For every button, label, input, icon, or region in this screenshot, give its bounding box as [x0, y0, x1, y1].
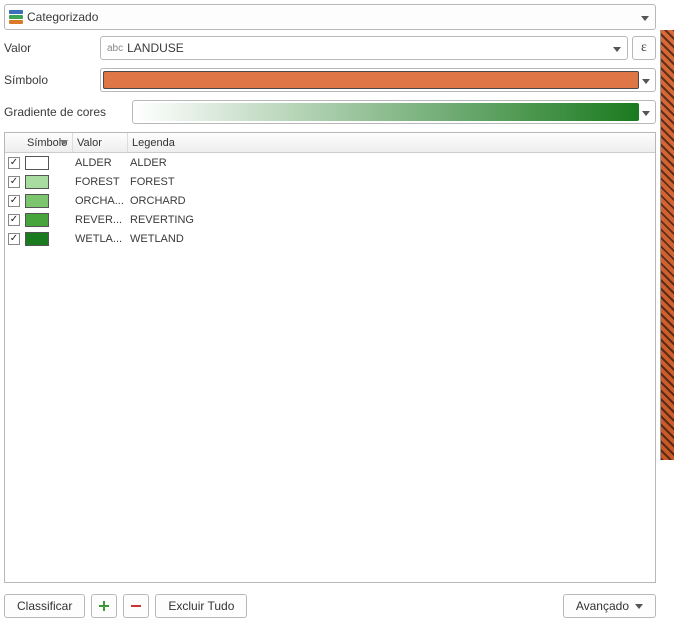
- minus-icon: [130, 600, 142, 612]
- category-swatch[interactable]: [25, 156, 49, 170]
- value-label: Valor: [4, 41, 100, 55]
- renderer-label: Categorizado: [27, 10, 98, 24]
- table-header: Símbolo Valor Legenda: [5, 133, 655, 153]
- col-legend[interactable]: Legenda: [128, 133, 655, 152]
- category-swatch[interactable]: [25, 175, 49, 189]
- category-value[interactable]: FOREST: [73, 176, 128, 188]
- col-value[interactable]: Valor: [73, 133, 128, 152]
- chevron-down-icon: [635, 604, 643, 609]
- plus-icon: [98, 600, 110, 612]
- symbol-swatch[interactable]: [100, 68, 656, 92]
- table-row[interactable]: ✓ REVER...REVERTING: [5, 210, 655, 229]
- symbol-fill: [103, 71, 639, 89]
- category-legend[interactable]: REVERTING: [128, 214, 655, 226]
- renderer-selector[interactable]: Categorizado: [4, 4, 656, 30]
- chevron-down-icon: [639, 105, 653, 119]
- category-checkbox[interactable]: ✓: [8, 176, 20, 188]
- category-legend[interactable]: WETLAND: [128, 233, 655, 245]
- category-checkbox[interactable]: ✓: [8, 214, 20, 226]
- category-swatch[interactable]: [25, 194, 49, 208]
- table-row[interactable]: ✓ WETLA...WETLAND: [5, 229, 655, 248]
- gradient-label: Gradiente de cores: [4, 105, 132, 119]
- delete-all-button[interactable]: Excluir Tudo: [155, 594, 247, 618]
- category-value[interactable]: ALDER: [73, 157, 128, 169]
- category-value[interactable]: REVER...: [73, 214, 128, 226]
- category-legend[interactable]: FOREST: [128, 176, 655, 188]
- col-symbol[interactable]: Símbolo: [23, 133, 73, 152]
- category-swatch[interactable]: [25, 232, 49, 246]
- expression-button[interactable]: ε: [632, 36, 656, 60]
- category-checkbox[interactable]: ✓: [8, 157, 20, 169]
- chevron-down-icon: [641, 10, 649, 24]
- category-legend[interactable]: ALDER: [128, 157, 655, 169]
- remove-category-button[interactable]: [123, 594, 149, 618]
- category-checkbox[interactable]: ✓: [8, 233, 20, 245]
- category-legend[interactable]: ORCHARD: [128, 195, 655, 207]
- categories-table: Símbolo Valor Legenda ✓ ALDERALDER ✓ FOREST…: [4, 132, 656, 583]
- chevron-down-icon: [639, 73, 653, 87]
- symbol-label: Símbolo: [4, 73, 100, 87]
- category-checkbox[interactable]: ✓: [8, 195, 20, 207]
- color-ramp[interactable]: [132, 100, 656, 124]
- advanced-button[interactable]: Avançado: [563, 594, 656, 618]
- table-row[interactable]: ✓ FORESTFOREST: [5, 172, 655, 191]
- field-type-tag: abc: [107, 43, 123, 54]
- col-check[interactable]: [5, 133, 23, 152]
- map-preview-strip: [660, 30, 674, 460]
- category-swatch[interactable]: [25, 213, 49, 227]
- sort-indicator-icon: [60, 140, 68, 145]
- classify-button[interactable]: Classificar: [4, 594, 85, 618]
- chevron-down-icon: [613, 41, 621, 55]
- value-field-name: LANDUSE: [127, 41, 184, 55]
- table-row[interactable]: ✓ ALDERALDER: [5, 153, 655, 172]
- category-value[interactable]: WETLA...: [73, 233, 128, 245]
- gradient-fill: [135, 103, 639, 121]
- add-category-button[interactable]: [91, 594, 117, 618]
- table-row[interactable]: ✓ ORCHA...ORCHARD: [5, 191, 655, 210]
- category-value[interactable]: ORCHA...: [73, 195, 128, 207]
- value-field-combo[interactable]: abc LANDUSE: [100, 36, 628, 60]
- categorized-icon: [9, 10, 23, 25]
